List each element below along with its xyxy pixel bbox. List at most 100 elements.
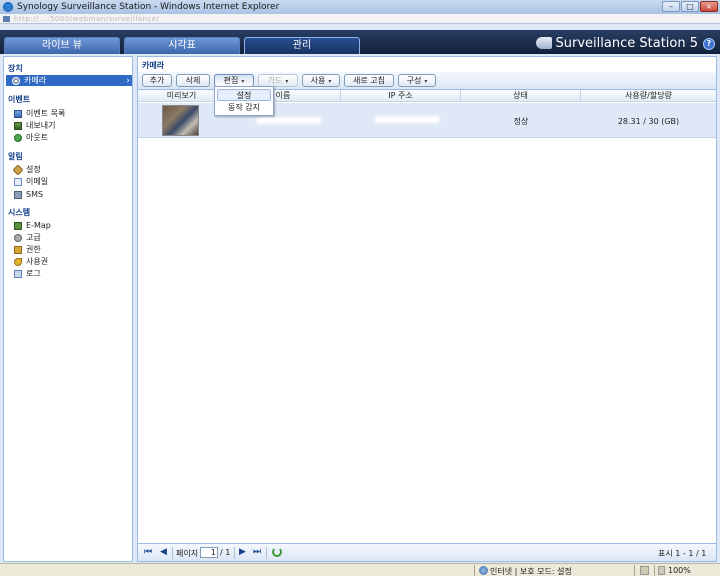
key-icon <box>14 257 22 266</box>
protected-mode-icon[interactable] <box>640 566 649 575</box>
first-page-icon[interactable]: ⏮ <box>144 547 152 557</box>
guide-label: 가드 <box>267 76 283 85</box>
camera-preview-thumbnail[interactable] <box>162 105 199 136</box>
app-header: 라이브 뷰 시각표 관리 Surveillance Station 5 ? <box>0 30 720 54</box>
config-label: 구성 <box>406 76 422 85</box>
camera-usage: 28.31 / 30 (GB) <box>617 117 680 126</box>
chevron-down-icon: ▾ <box>241 78 245 85</box>
tab-live-view[interactable]: 라이브 뷰 <box>4 37 120 54</box>
prev-page-icon[interactable]: ◀ <box>160 547 167 557</box>
sidebar-item-label: 설정 <box>26 165 41 174</box>
sidebar-item-license[interactable]: 사용권 <box>14 256 132 267</box>
tab-timeline[interactable]: 시각표 <box>124 37 240 54</box>
sidebar-item-emap[interactable]: E-Map <box>14 220 132 231</box>
sidebar-item-sms[interactable]: SMS <box>14 189 132 200</box>
browser-statusbar: 인터넷 | 보호 모드: 설정 100% <box>0 563 720 576</box>
pager-separator <box>234 547 235 559</box>
camera-logo-icon <box>535 37 552 49</box>
sidebar-item-label: E-Map <box>26 221 51 230</box>
menu-item-motion-detection[interactable]: 동작 감지 <box>217 102 271 114</box>
brand-name: Surveillance Station 5 <box>555 35 698 51</box>
globe-icon <box>479 566 488 575</box>
pager-separator <box>172 547 173 559</box>
menu-item-settings[interactable]: 설정 <box>217 89 271 101</box>
use-button[interactable]: 사용 ▾ <box>302 74 340 87</box>
column-header-ip[interactable]: IP 주소 <box>341 90 461 102</box>
sidebar-item-advanced[interactable]: 고급 <box>14 232 132 243</box>
chevron-down-icon: ▾ <box>328 78 332 85</box>
add-button[interactable]: 추가 <box>142 74 172 87</box>
chevron-down-icon: ▾ <box>285 78 289 85</box>
statusbar-separator <box>474 565 475 576</box>
page-total: / 1 <box>220 548 231 557</box>
next-page-icon[interactable]: ▶ <box>239 547 246 557</box>
last-page-icon[interactable]: ⏭ <box>253 547 261 557</box>
map-icon <box>14 221 22 230</box>
archive-icon <box>14 133 22 142</box>
camera-icon <box>12 76 20 85</box>
book-icon <box>14 269 22 278</box>
sidebar-item-camera[interactable]: 카메라 › <box>6 75 132 86</box>
camera-status: 정상 <box>513 117 529 126</box>
phone-icon <box>14 190 22 199</box>
sidebar-item-label: 카메라 <box>24 76 47 85</box>
statusbar-separator <box>654 565 655 576</box>
column-header-preview[interactable]: 미리보기 <box>138 90 226 102</box>
refresh-icon[interactable] <box>272 547 282 557</box>
security-zone[interactable]: 인터넷 | 보호 모드: 설정 <box>490 566 572 576</box>
sidebar-section-system: 시스템 <box>8 208 31 217</box>
sidebar-item-export[interactable]: 내보내기 <box>14 120 132 131</box>
close-icon[interactable]: × <box>700 1 718 12</box>
help-icon[interactable]: ? <box>703 38 715 50</box>
sidebar-section-notifications: 알림 <box>8 152 23 161</box>
zoom-level[interactable]: 100% <box>668 566 691 575</box>
sidebar-item-email[interactable]: 이메일 <box>14 176 132 187</box>
gear-icon <box>14 233 22 242</box>
display-count: 표시 1 - 1 / 1 <box>658 549 707 558</box>
maximize-icon[interactable]: □ <box>681 1 699 12</box>
column-header-usage[interactable]: 사용량/할당량 <box>581 90 716 102</box>
sidebar-item-label: 사용권 <box>26 257 49 266</box>
page-label: 페이지 <box>176 549 199 558</box>
sidebar-item-label: 이메일 <box>26 177 49 186</box>
edit-label: 편집 <box>223 76 239 85</box>
brand-logo: Surveillance Station 5 <box>535 34 698 52</box>
window-title: Synology Surveillance Station - Windows … <box>17 2 280 12</box>
event-list-icon <box>14 109 22 118</box>
sidebar-item-event-list[interactable]: 이벤트 목록 <box>14 108 132 119</box>
window-titlebar: Synology Surveillance Station - Windows … <box>0 0 720 14</box>
paging-toolbar: ⏮ ◀ 페이지 1 / 1 ▶ ⏭ 표시 1 - 1 / 1 <box>138 543 716 561</box>
mail-icon <box>14 177 22 186</box>
sidebar-item-log[interactable]: 로그 <box>14 268 132 279</box>
camera-name-redacted <box>256 117 322 124</box>
edit-dropdown-menu: 설정 동작 감지 <box>214 86 274 116</box>
sidebar-item-label: 고급 <box>26 233 41 242</box>
sidebar-item-archive[interactable]: 아웃트 <box>14 132 132 143</box>
address-url[interactable]: http://...:5000/webman/surveillance/ <box>14 15 160 23</box>
sidebar-item-label: 로그 <box>26 269 41 278</box>
zoom-icon[interactable] <box>658 566 665 575</box>
sidebar-item-settings[interactable]: 설정 <box>12 163 132 176</box>
export-icon <box>14 121 22 130</box>
minimize-icon[interactable]: – <box>662 1 680 12</box>
page-icon <box>3 15 10 22</box>
chevron-down-icon: ▾ <box>424 78 428 85</box>
delete-button[interactable]: 삭제 <box>176 74 210 87</box>
sidebar-item-label: 내보내기 <box>26 121 56 130</box>
camera-ip-redacted <box>374 116 440 123</box>
panel-title: 카메라 <box>142 61 165 70</box>
refresh-button[interactable]: 새로 고침 <box>344 74 394 87</box>
sidebar-item-label: SMS <box>26 190 44 199</box>
page-number-input[interactable]: 1 <box>200 547 218 558</box>
sidebar-section-events: 이벤트 <box>8 95 31 104</box>
users-icon <box>14 245 22 254</box>
sidebar-section-devices: 장치 <box>8 64 23 73</box>
wrench-icon <box>12 163 24 176</box>
column-header-status[interactable]: 상태 <box>461 90 581 102</box>
tab-management[interactable]: 관리 <box>244 37 360 54</box>
address-bar[interactable]: http://...:5000/webman/surveillance/ <box>0 14 720 24</box>
sidebar-item-label: 아웃트 <box>26 133 49 142</box>
sidebar: 장치 카메라 › 이벤트 이벤트 목록 내보내기 아웃트 알림 설정 이메일 S… <box>3 56 133 562</box>
sidebar-item-permissions[interactable]: 권한 <box>14 244 132 255</box>
config-button[interactable]: 구성 ▾ <box>398 74 436 87</box>
